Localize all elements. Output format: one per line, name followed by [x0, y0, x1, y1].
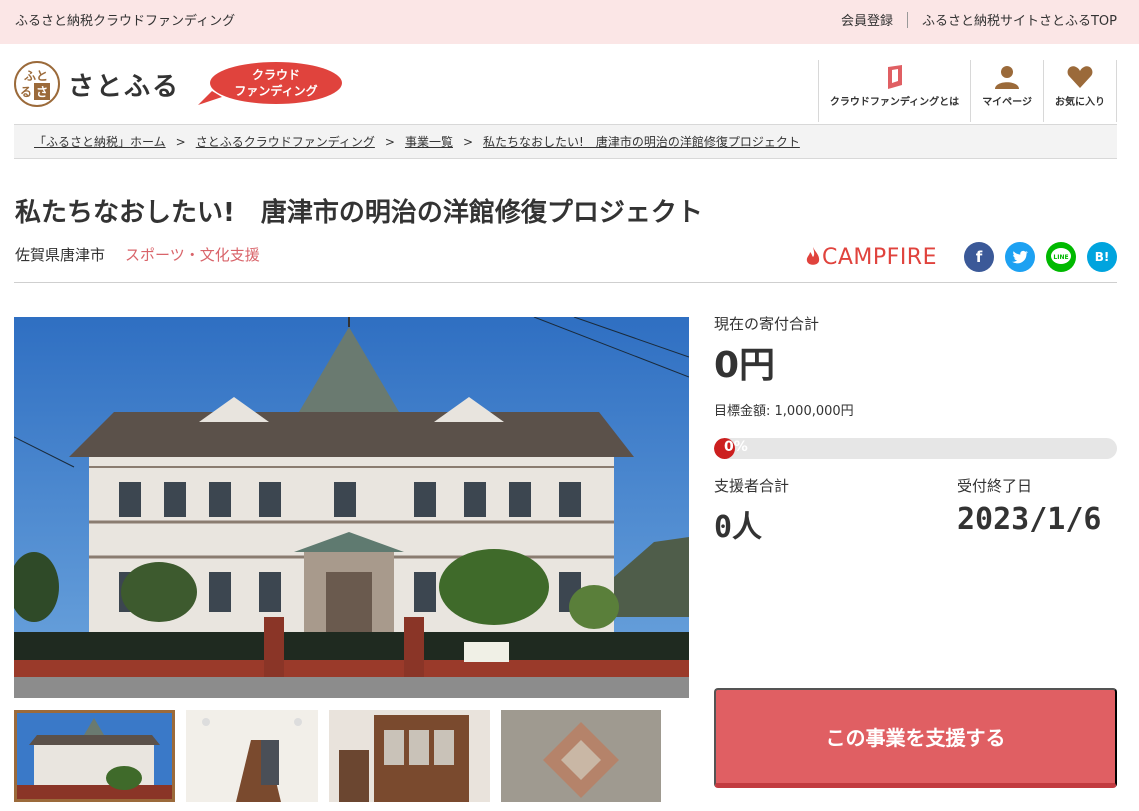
breadcrumb-home[interactable]: 「ふるさと納税」ホーム — [34, 133, 166, 150]
nav-mypage[interactable]: マイページ — [970, 60, 1043, 122]
twitter-icon — [1012, 250, 1028, 264]
svg-text:クラウド: クラウド — [252, 68, 300, 82]
site-header: ふ と る さ さとふる クラウド ファンディング クラウドファンディングとは … — [0, 44, 1139, 124]
twitter-share-button[interactable] — [1005, 242, 1035, 272]
hatena-icon: B! — [1094, 250, 1110, 264]
funding-stats: 現在の寄付合計 0円 目標金額: 1,000,000円 0% 支援者合計 0人 … — [714, 313, 1117, 546]
site-name: ふるさと納税クラウドファンディング — [15, 14, 236, 29]
thumbnail-staircase[interactable] — [186, 710, 318, 802]
nav-favorites[interactable]: お気に入り — [1043, 60, 1117, 122]
total-label: 現在の寄付合計 — [714, 315, 820, 333]
thumbnail-image — [14, 710, 175, 802]
thumbnail-image — [501, 710, 661, 802]
project-main-image[interactable] — [14, 317, 689, 698]
book-icon — [887, 65, 902, 89]
goal-amount: 目標金額: 1,000,000円 — [714, 404, 854, 419]
top-bar: ふるさと納税クラウドファンディング 会員登録 ふるさと納税サイトさとふるTOP — [0, 0, 1139, 44]
category-link[interactable]: スポーツ・文化支援 — [125, 244, 260, 265]
prefecture-label: 佐賀県唐津市 — [15, 246, 106, 264]
logo-mark-icon: ふ と る さ — [14, 61, 60, 107]
divider — [14, 282, 1117, 283]
stats-row: 支援者合計 0人 受付終了日 2023/1/6 — [714, 475, 1117, 546]
hatena-bookmark-button[interactable]: B! — [1087, 242, 1117, 272]
top-links: 会員登録 ふるさと納税サイトさとふるTOP — [841, 10, 1117, 29]
deadline-date: 2023/1/6 — [957, 502, 1102, 537]
user-icon — [995, 66, 1020, 89]
nav-about-crowdfunding[interactable]: クラウドファンディングとは — [817, 60, 970, 122]
header-nav: クラウドファンディングとは マイページ お気に入り — [817, 60, 1117, 122]
support-project-button[interactable]: この事業を支援する — [714, 688, 1117, 788]
social-share: CAMPFIRE f LINE B! — [806, 242, 1117, 272]
breadcrumb: 「ふるさと納税」ホーム > さとふるクラウドファンディング > 事業一覧 > 私… — [14, 124, 1117, 159]
facebook-icon: f — [975, 248, 983, 266]
breadcrumb-current[interactable]: 私たちなおしたい! 唐津市の明治の洋館修復プロジェクト — [483, 133, 800, 150]
svg-text:LINE: LINE — [1053, 254, 1068, 261]
progress-percent: 0% — [724, 439, 748, 455]
line-icon: LINE — [1051, 248, 1071, 264]
supporters-count: 0人 — [714, 510, 763, 545]
heart-icon — [1067, 66, 1093, 88]
logo-text: さとふる — [68, 71, 181, 102]
facebook-share-button[interactable]: f — [964, 242, 994, 272]
thumbnail-ceiling[interactable] — [501, 710, 661, 802]
crowdfunding-badge: クラウド ファンディング — [198, 62, 342, 105]
deadline-label: 受付終了日 — [957, 477, 1033, 495]
svg-text:ファンディング: ファンディング — [234, 83, 317, 98]
breadcrumb-projects[interactable]: 事業一覧 — [405, 133, 453, 150]
breadcrumb-crowdfunding[interactable]: さとふるクラウドファンディング — [196, 133, 375, 150]
thumbnail-image — [329, 710, 490, 802]
thumbnail-image — [186, 710, 318, 802]
page-title: 私たちなおしたい! 唐津市の明治の洋館修復プロジェクト — [15, 198, 703, 228]
progress-bar: 0% — [714, 438, 1117, 459]
thumbnail-cabinet[interactable] — [329, 710, 490, 802]
supporters-label: 支援者合計 — [714, 477, 790, 495]
thumbnail-strip — [14, 710, 672, 802]
thumbnail-building[interactable] — [14, 710, 175, 802]
divider — [906, 11, 908, 28]
project-meta: 佐賀県唐津市 スポーツ・文化支援 — [15, 244, 260, 265]
campfire-logo[interactable]: CAMPFIRE — [806, 245, 937, 270]
line-share-button[interactable]: LINE — [1046, 242, 1076, 272]
flame-icon — [806, 247, 820, 265]
satofull-top-link[interactable]: ふるさと納税サイトさとふるTOP — [922, 10, 1117, 29]
register-link[interactable]: 会員登録 — [841, 10, 893, 29]
total-amount: 0円 — [714, 345, 776, 386]
logo[interactable]: ふ と る さ さとふる — [14, 61, 180, 107]
